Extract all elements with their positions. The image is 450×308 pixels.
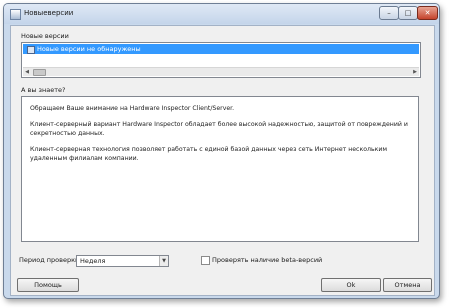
close-icon: ✕ [424,9,431,17]
versions-group-label: Новые версии [21,32,69,40]
tip-paragraph: Клиент-серверный вариант Hardware Inspec… [30,121,408,137]
tip-paragraph: Обращаем Ваше внимание на Hardware Inspe… [30,105,235,112]
window-title: Новыеверсии [24,9,74,17]
beta-versions-checkbox[interactable] [201,256,210,265]
tip-paragraph: Клиент-серверная технология позволяет ра… [30,146,388,162]
list-item-label: Новые версии не обнаружены [37,45,141,53]
tips-group-label: А вы знаете? [21,86,66,94]
ok-button[interactable]: Ok [321,278,381,292]
new-versions-dialog: Новыеверсии – □ ✕ Новые версии Новые вер… [3,3,440,299]
check-period-select[interactable]: Неделя ▼ [76,255,169,267]
version-item-icon [27,46,35,54]
maximize-button[interactable]: □ [398,6,418,20]
scroll-right-icon[interactable]: ▶ [411,68,419,76]
horizontal-scrollbar[interactable]: ◀ ▶ [23,67,419,76]
dialog-client-area: Новые версии Новые версии не обнаружены … [10,25,435,296]
maximize-icon: □ [404,9,412,17]
app-window-icon [10,9,21,20]
beta-versions-label[interactable]: Проверять наличие beta-версий [212,256,322,264]
title-bar[interactable]: Новыеверсии – □ ✕ [4,4,439,24]
help-button[interactable]: Помощь [17,278,79,292]
tips-text-panel: Обращаем Ваше внимание на Hardware Inspe… [21,96,419,242]
check-period-label: Период проверки [19,256,80,264]
minimize-button[interactable]: – [379,6,399,20]
cancel-button[interactable]: Отмена [383,278,432,292]
versions-list[interactable]: Новые версии не обнаружены ◀ ▶ [21,42,421,78]
minimize-icon: – [387,9,391,17]
close-button[interactable]: ✕ [417,6,438,20]
scrollbar-thumb[interactable] [33,69,46,76]
chevron-down-icon[interactable]: ▼ [159,256,168,266]
check-period-value: Неделя [80,257,106,265]
list-item[interactable]: Новые версии не обнаружены [23,44,419,54]
scroll-left-icon[interactable]: ◀ [23,68,31,76]
